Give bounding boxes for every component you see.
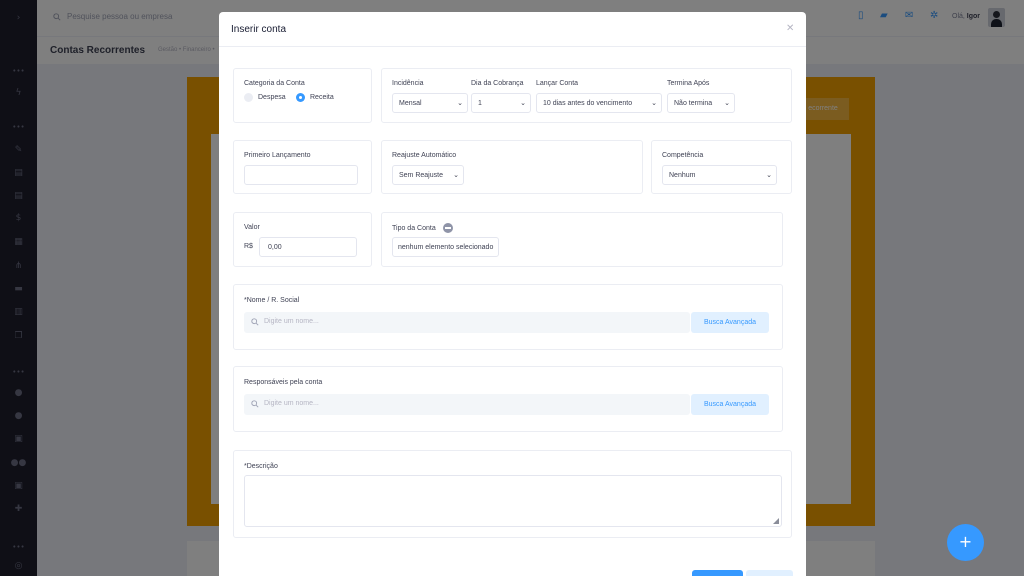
- chevron-down-icon: ⌄: [766, 171, 772, 179]
- modal-title: Inserir conta: [231, 24, 287, 35]
- save-button[interactable]: [692, 570, 743, 576]
- lancar-conta-select[interactable]: 10 dias antes do vencimento ⌄: [536, 93, 662, 113]
- competencia-box: Competência Nenhum ⌄: [651, 140, 792, 194]
- currency-label: R$: [244, 243, 253, 250]
- lancar-conta-value: 10 dias antes do vencimento: [543, 100, 633, 107]
- incidencia-label: Incidência: [392, 80, 424, 87]
- tipo-conta-label: Tipo da Conta: [392, 225, 436, 232]
- add-fab-button[interactable]: +: [947, 524, 984, 561]
- cancel-button[interactable]: [746, 570, 793, 576]
- nome-box: *Nome / R. Social Digite um nome... Busc…: [233, 284, 783, 350]
- radio-receita[interactable]: [296, 93, 305, 102]
- categoria-label: Categoria da Conta: [244, 80, 305, 87]
- dia-cobranca-value: 1: [478, 100, 482, 107]
- chevron-down-icon: ⌄: [457, 99, 463, 107]
- reajuste-select[interactable]: Sem Reajuste ⌄: [392, 165, 464, 185]
- valor-label: Valor: [244, 224, 260, 231]
- termina-apos-select[interactable]: Não termina ⌄: [667, 93, 735, 113]
- incidencia-select[interactable]: Mensal ⌄: [392, 93, 468, 113]
- primeiro-lancamento-input[interactable]: [244, 165, 358, 185]
- responsaveis-search-input[interactable]: Digite um nome...: [244, 394, 690, 415]
- close-icon[interactable]: ✕: [786, 23, 794, 34]
- reajuste-box: Reajuste Automático Sem Reajuste ⌄: [381, 140, 643, 194]
- search-icon: [251, 400, 259, 408]
- chevron-down-icon: ⌄: [651, 99, 657, 107]
- insert-account-modal: Inserir conta ✕ Categoria da Conta Despe…: [219, 12, 806, 576]
- lancar-conta-label: Lançar Conta: [536, 80, 579, 87]
- responsaveis-search-placeholder: Digite um nome...: [264, 400, 319, 407]
- recorrencia-box: Incidência Mensal ⌄ Dia da Cobrança 1 ⌄ La…: [381, 68, 792, 123]
- search-icon: [251, 318, 259, 326]
- responsaveis-label: Responsáveis pela conta: [244, 379, 323, 386]
- reajuste-value: Sem Reajuste: [399, 172, 443, 179]
- competencia-label: Competência: [662, 152, 704, 159]
- valor-box: Valor R$ 0,00: [233, 212, 372, 267]
- nome-search-placeholder: Digite um nome...: [264, 318, 319, 325]
- minus-circle-icon[interactable]: [443, 223, 453, 233]
- descricao-box: *Descrição: [233, 450, 792, 538]
- resize-handle-icon[interactable]: [773, 518, 779, 524]
- chevron-down-icon: ⌄: [520, 99, 526, 107]
- categoria-box: Categoria da Conta Despesa Receita: [233, 68, 372, 123]
- termina-apos-value: Não termina: [674, 100, 713, 107]
- tipo-conta-box: Tipo da Conta nenhum elemento selecionad…: [381, 212, 783, 267]
- primeiro-lancamento-label: Primeiro Lançamento: [244, 152, 311, 159]
- termina-apos-label: Termina Após: [667, 80, 710, 87]
- competencia-value: Nenhum: [669, 172, 696, 179]
- descricao-textarea[interactable]: [244, 475, 782, 527]
- primeiro-lancamento-box: Primeiro Lançamento: [233, 140, 372, 194]
- radio-receita-label: Receita: [310, 94, 334, 101]
- dia-cobranca-label: Dia da Cobrança: [471, 80, 524, 87]
- radio-despesa-label: Despesa: [258, 94, 286, 101]
- incidencia-value: Mensal: [399, 100, 422, 107]
- nome-advanced-search-button[interactable]: Busca Avançada: [691, 312, 769, 333]
- responsaveis-box: Responsáveis pela conta Digite um nome..…: [233, 366, 783, 432]
- responsaveis-advanced-search-button[interactable]: Busca Avançada: [691, 394, 769, 415]
- radio-despesa[interactable]: [244, 93, 253, 102]
- dia-cobranca-select[interactable]: 1 ⌄: [471, 93, 531, 113]
- modal-header: Inserir conta ✕: [219, 12, 806, 47]
- competencia-select[interactable]: Nenhum ⌄: [662, 165, 777, 185]
- tipo-conta-select[interactable]: nenhum elemento selecionado: [392, 237, 500, 257]
- nome-label: *Nome / R. Social: [244, 297, 300, 304]
- valor-input[interactable]: 0,00: [259, 237, 357, 257]
- chevron-down-icon: ⌄: [724, 99, 730, 107]
- nome-search-input[interactable]: Digite um nome...: [244, 312, 690, 333]
- descricao-label: *Descrição: [244, 463, 278, 470]
- chevron-down-icon: ⌄: [453, 171, 459, 179]
- reajuste-label: Reajuste Automático: [392, 152, 457, 159]
